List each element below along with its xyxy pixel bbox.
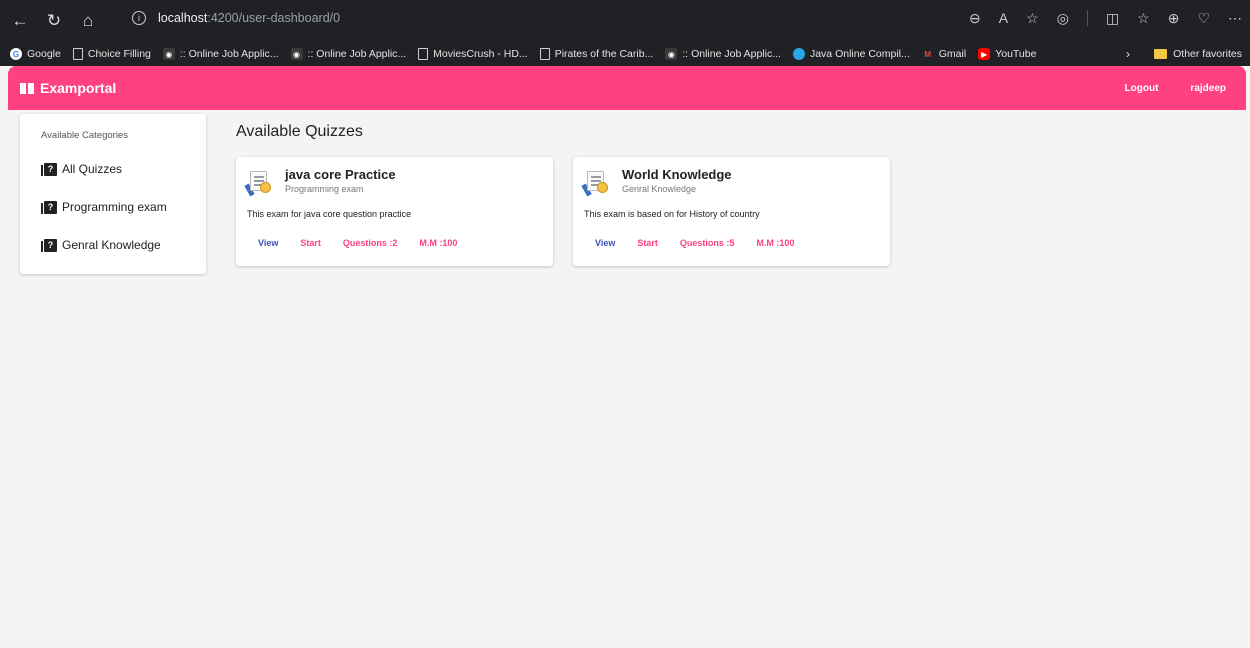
home-icon[interactable]: ⌂ <box>74 7 102 35</box>
max-marks-button[interactable]: M.M :100 <box>408 238 468 248</box>
other-favorites[interactable]: Other favorites <box>1154 42 1242 66</box>
brand-title[interactable]: Examportal <box>40 80 116 96</box>
bookmark-job-1[interactable]: ◉:: Online Job Applic... <box>162 48 279 60</box>
extensions-icon[interactable]: ◎ <box>1057 10 1069 27</box>
browser-toolbar: ← ↻ ⌂ i localhost:4200/user-dashboard/0 … <box>0 0 1250 42</box>
read-aloud-icon[interactable]: A <box>999 10 1008 26</box>
chevron-right-icon[interactable]: › <box>1126 47 1130 61</box>
bookmark-google[interactable]: G Google <box>10 48 61 60</box>
bookmark-gmail[interactable]: M Gmail <box>922 48 966 60</box>
more-menu-icon[interactable]: ⋯ <box>1228 10 1242 27</box>
quiz-icon: ? <box>41 238 57 252</box>
job-icon: ◉ <box>162 48 175 60</box>
quiz-icon: ? <box>41 200 57 214</box>
quiz-actions: View Start Questions :5 M.M :100 <box>584 238 805 248</box>
view-button[interactable]: View <box>247 238 289 248</box>
url-host: localhost <box>158 11 208 25</box>
page-icon <box>72 48 83 60</box>
address-bar[interactable]: i localhost:4200/user-dashboard/0 <box>126 7 776 29</box>
quiz-avatar-icon <box>244 170 273 197</box>
questions-count-button[interactable]: Questions :5 <box>669 238 746 248</box>
quiz-category: Genral Knowledge <box>622 184 697 194</box>
sidebar-item-programming-exam[interactable]: ? Programming exam <box>41 200 167 214</box>
top-nav: Logout rajdeep <box>1125 83 1226 94</box>
quiz-description: This exam for java core question practic… <box>247 209 412 219</box>
quiz-description: This exam is based on for History of cou… <box>584 209 760 219</box>
java-icon <box>792 48 805 60</box>
folder-icon <box>1154 49 1168 59</box>
url-path: :4200/user-dashboard/0 <box>207 11 341 25</box>
bookmark-pirates[interactable]: Pirates of the Carib... <box>539 48 653 60</box>
sidebar-item-label: Programming exam <box>62 200 167 214</box>
max-marks-button[interactable]: M.M :100 <box>745 238 805 248</box>
user-profile-button[interactable]: rajdeep <box>1190 83 1226 94</box>
sidebar-heading: Available Categories <box>41 130 128 141</box>
book-icon <box>20 82 34 94</box>
browser-actions: ⊖ A ☆ ◎ ◫ ☆ ⊕ ♡ ⋯ <box>969 7 1242 29</box>
sidebar-item-all-quizzes[interactable]: ? All Quizzes <box>41 162 123 176</box>
zoom-icon[interactable]: ⊖ <box>969 10 981 27</box>
bookmark-job-2[interactable]: ◉:: Online Job Applic... <box>290 48 406 60</box>
sidebar-item-label: All Quizzes <box>62 162 123 176</box>
page-icon <box>418 48 429 60</box>
sidebar-item-genral-knowledge[interactable]: ? Genral Knowledge <box>41 238 161 252</box>
back-arrow-icon[interactable]: ← <box>6 7 34 35</box>
gmail-icon: M <box>924 49 932 59</box>
quiz-card: World Knowledge Genral Knowledge This ex… <box>573 157 890 266</box>
toolbar-divider <box>1086 10 1088 26</box>
quiz-title: World Knowledge <box>622 167 732 182</box>
bookmark-youtube[interactable]: ▶ YouTube <box>978 48 1036 60</box>
google-icon: G <box>10 48 22 60</box>
view-button[interactable]: View <box>584 238 626 248</box>
bookmark-moviescrush[interactable]: MoviesCrush - HD... <box>418 48 528 60</box>
quiz-category: Programming exam <box>285 184 364 194</box>
app-toolbar: Examportal Logout rajdeep <box>8 66 1246 110</box>
start-button[interactable]: Start <box>626 238 669 248</box>
site-info-icon[interactable]: i <box>132 11 146 25</box>
quiz-avatar-icon <box>581 170 610 197</box>
bookmark-choice-filling[interactable]: Choice Filling <box>72 48 151 60</box>
reload-icon[interactable]: ↻ <box>40 7 68 35</box>
browser-essentials-icon[interactable]: ♡ <box>1197 10 1210 27</box>
quiz-card: java core Practice Programming exam This… <box>236 157 553 266</box>
quiz-actions: View Start Questions :2 M.M :100 <box>247 238 468 248</box>
quiz-icon: ? <box>41 162 57 176</box>
logout-button[interactable]: Logout <box>1125 83 1159 94</box>
bookmark-job-3[interactable]: ◉:: Online Job Applic... <box>665 48 781 60</box>
page-icon <box>539 48 550 60</box>
quiz-title: java core Practice <box>285 167 396 182</box>
categories-sidebar: Available Categories ? All Quizzes ? Pro… <box>20 114 206 274</box>
youtube-icon: ▶ <box>978 48 991 60</box>
sidebar-item-label: Genral Knowledge <box>62 238 161 252</box>
bookmark-java-compiler[interactable]: Java Online Compil... <box>792 48 910 60</box>
favorite-star-icon[interactable]: ☆ <box>1026 10 1039 27</box>
questions-count-button[interactable]: Questions :2 <box>332 238 409 248</box>
bookmarks-bar: G Google Choice Filling ◉:: Online Job Ap… <box>0 42 1250 66</box>
page-title: Available Quizzes <box>236 123 363 140</box>
collections-icon[interactable]: ⊕ <box>1168 10 1180 27</box>
split-screen-icon[interactable]: ◫ <box>1106 10 1119 27</box>
favorites-icon[interactable]: ☆ <box>1137 10 1150 27</box>
job-icon: ◉ <box>290 48 303 60</box>
start-button[interactable]: Start <box>289 238 332 248</box>
page-viewport: Examportal Logout rajdeep Available Cate… <box>8 66 1246 648</box>
job-icon: ◉ <box>665 48 678 60</box>
